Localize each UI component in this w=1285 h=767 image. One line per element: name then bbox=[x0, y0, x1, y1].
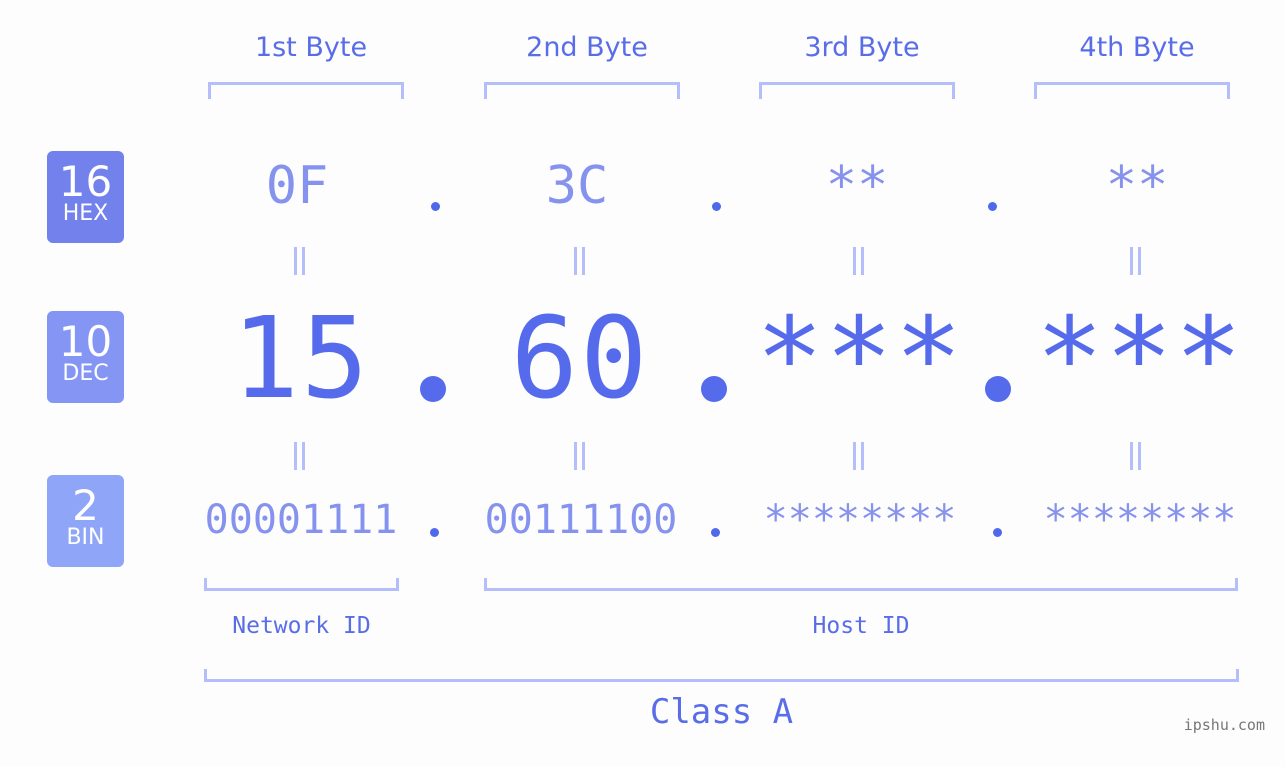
bin-byte-1: 00001111 bbox=[204, 497, 398, 543]
byte-header-2: 2nd Byte bbox=[526, 32, 648, 63]
dec-byte-4: *** bbox=[1035, 294, 1245, 424]
dec-badge: 10 DEC bbox=[47, 311, 124, 403]
dec-byte-1: 15 bbox=[231, 294, 371, 424]
watermark: ipshu.com bbox=[1183, 716, 1265, 734]
bin-badge-label: BIN bbox=[66, 525, 105, 550]
hex-byte-3: ** bbox=[825, 156, 889, 216]
hex-separator-dot bbox=[988, 202, 997, 211]
dec-separator-dot bbox=[420, 376, 446, 402]
bin-separator-dot bbox=[993, 528, 1002, 537]
equals-icon bbox=[1128, 247, 1144, 275]
bin-badge: 2 BIN bbox=[47, 475, 124, 567]
hex-badge: 16 HEX bbox=[47, 151, 124, 243]
byte-header-4: 4th Byte bbox=[1079, 32, 1195, 63]
bin-byte-3: ******** bbox=[763, 497, 957, 543]
dec-badge-number: 10 bbox=[58, 317, 113, 366]
hex-badge-label: HEX bbox=[62, 201, 109, 226]
hex-byte-2: 3C bbox=[545, 156, 609, 216]
equals-icon bbox=[1128, 442, 1144, 470]
hex-byte-1: 0F bbox=[265, 156, 329, 216]
hex-badge-number: 16 bbox=[58, 157, 113, 206]
class-bracket bbox=[204, 669, 1239, 682]
bin-separator-dot bbox=[711, 528, 720, 537]
equals-icon bbox=[572, 442, 588, 470]
hex-separator-dot bbox=[431, 202, 440, 211]
network-id-bracket bbox=[204, 578, 399, 591]
equals-icon bbox=[292, 247, 308, 275]
bin-byte-4: ******** bbox=[1043, 497, 1237, 543]
byte-bracket-3 bbox=[759, 82, 955, 99]
equals-icon bbox=[292, 442, 308, 470]
network-id-label: Network ID bbox=[232, 613, 371, 639]
byte-header-1: 1st Byte bbox=[254, 32, 368, 63]
byte-bracket-2 bbox=[484, 82, 680, 99]
class-label: Class A bbox=[649, 692, 794, 732]
bin-badge-number: 2 bbox=[72, 481, 99, 530]
byte-bracket-1 bbox=[208, 82, 404, 99]
dec-byte-3: *** bbox=[755, 294, 965, 424]
equals-icon bbox=[851, 442, 867, 470]
byte-bracket-4 bbox=[1034, 82, 1230, 99]
hex-separator-dot bbox=[712, 202, 721, 211]
dec-separator-dot bbox=[985, 376, 1011, 402]
byte-header-3: 3rd Byte bbox=[804, 32, 920, 63]
host-id-label: Host ID bbox=[812, 613, 910, 639]
dec-byte-2: 60 bbox=[510, 294, 650, 424]
dec-badge-label: DEC bbox=[62, 361, 109, 386]
bin-byte-2: 00111100 bbox=[484, 497, 678, 543]
host-id-bracket bbox=[484, 578, 1238, 591]
bin-separator-dot bbox=[430, 528, 439, 537]
dec-separator-dot bbox=[701, 376, 727, 402]
equals-icon bbox=[572, 247, 588, 275]
equals-icon bbox=[851, 247, 867, 275]
hex-byte-4: ** bbox=[1105, 156, 1169, 216]
